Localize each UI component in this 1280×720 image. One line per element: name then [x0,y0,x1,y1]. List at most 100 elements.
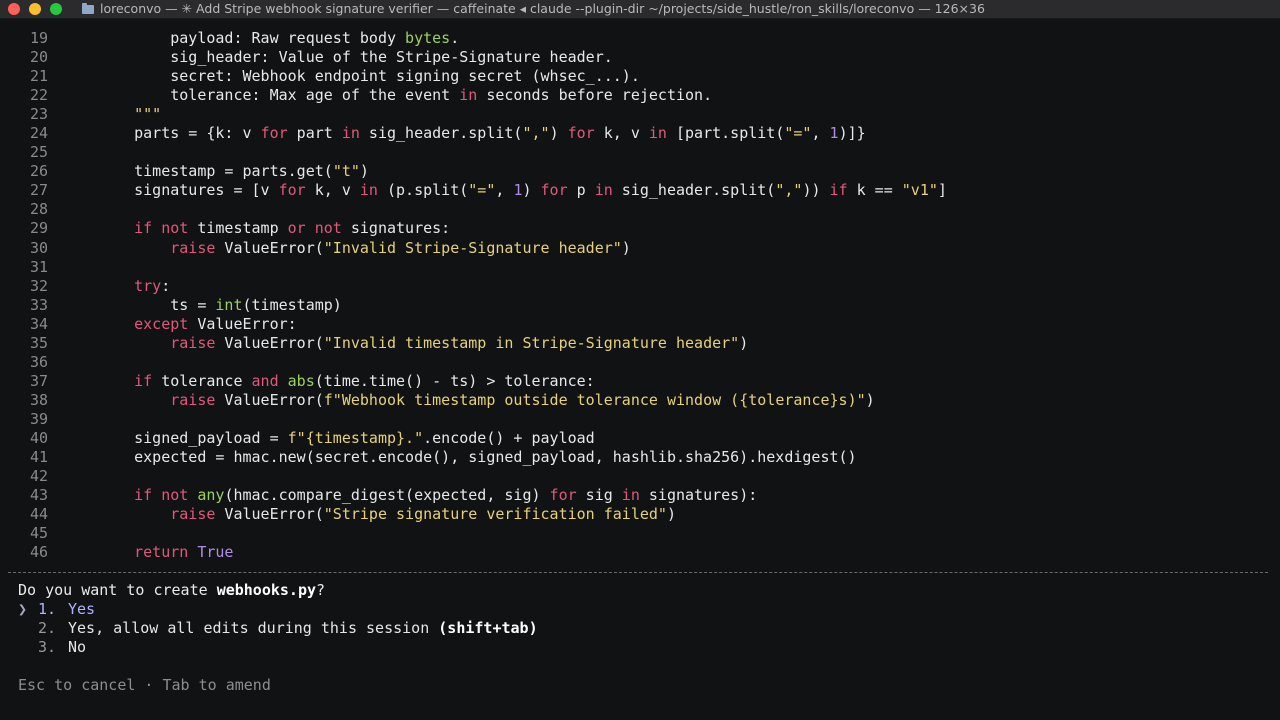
code-token: or [287,219,306,238]
code-token: ] [937,181,947,200]
zoom-window-button[interactable] [50,3,62,15]
line-number: 39 [29,409,48,428]
code-token: sig_header: Value of the Stripe-Signatur… [98,48,613,67]
code-token: sig_header.split( [359,124,523,143]
code-line: 19 payload: Raw request body bytes. [0,29,1280,48]
option-label: No [68,638,86,657]
code-token: (p.split( [377,181,469,200]
code-token: signatures = [v [98,181,279,200]
prompt-option-3[interactable]: 3. No [18,638,538,657]
code-line: 37 if tolerance and abs(time.time() - ts… [0,372,1280,391]
line-number: 41 [29,448,48,467]
code-token: p [567,181,595,200]
line-code: tolerance: Max age of the event in secon… [48,86,712,105]
code-line: 35 raise ValueError("Invalid timestamp i… [0,334,1280,353]
code-token: in [648,124,667,143]
code-token: "t" [332,162,360,181]
code-token: payload: Raw request body [98,29,406,47]
code-token: "," [775,181,803,200]
line-code: signatures = [v for k, v in (p.split("="… [48,181,947,200]
code-token: ) [865,390,875,409]
prompt-options: ❯ 1. Yes 2. Yes, allow all edits during this… [18,600,538,657]
code-token: k == [847,181,902,200]
line-code: if not timestamp or not signatures: [48,219,450,238]
line-number: 36 [29,352,48,371]
code-token: expected = hmac.new(secret.encode(), sig… [98,448,857,467]
line-code: raise ValueError("Invalid Stripe-Signatu… [48,239,631,258]
code-token: sig [576,486,622,505]
code-line: 45 [0,524,1280,543]
code-token: if [829,181,848,200]
selection-cursor-icon: ❯ [18,600,28,618]
prompt-question: Do you want to create webhooks.py? [18,581,538,600]
line-number: 43 [29,486,48,505]
line-number: 22 [29,86,48,105]
line-code: parts = {k: v for part in sig_header.spl… [48,124,866,143]
line-number: 40 [29,428,48,447]
code-token: raise [170,333,216,352]
question-prefix: Do you want to create [18,581,217,599]
close-window-button[interactable] [8,3,20,15]
code-token: abs [287,371,315,390]
code-token: True [197,543,234,562]
code-token: for [549,486,577,505]
code-line: 43 if not any(hmac.compare_digest(expect… [0,486,1280,505]
code-token: timestamp = parts.get( [98,162,333,181]
line-code: timestamp = parts.get("t") [48,162,369,181]
line-number: 38 [29,390,48,409]
folder-icon [82,3,94,14]
code-token: ) [522,181,541,200]
line-number: 35 [29,333,48,352]
code-token: ValueError( [215,333,324,352]
code-token: secret: Webhook endpoint signing secret … [98,67,640,86]
code-token: (time.time() - ts) > tolerance: [314,371,595,390]
code-token: ) [739,333,749,352]
minimize-window-button[interactable] [29,3,41,15]
code-token: for [278,181,306,200]
code-token: )]} [838,124,866,143]
prompt-option-1[interactable]: ❯ 1. Yes [18,600,538,619]
window-titlebar: loreconvo — ✳ Add Stripe webhook signatu… [0,0,1280,19]
line-number: 25 [29,143,48,162]
line-code: expected = hmac.new(secret.encode(), sig… [48,448,857,467]
code-token: ) [621,238,631,257]
code-token: signatures): [639,486,758,505]
code-preview: 19 payload: Raw request body bytes. 20 si… [0,29,1280,562]
code-token: part [287,124,342,143]
line-code: signed_payload = f"{timestamp}.".encode(… [48,429,595,448]
code-token: : [161,276,171,295]
code-token: "," [522,124,550,143]
code-token: "Invalid Stripe-Signature header" [323,238,622,257]
line-number: 19 [29,29,48,47]
line-code: return True [48,543,233,562]
code-line: 28 [0,200,1280,219]
code-token: ValueError: [188,314,297,333]
line-code: try: [48,277,170,296]
permission-prompt: Do you want to create webhooks.py? ❯ 1. Ye… [18,581,538,657]
code-token: . [450,29,460,47]
code-token: [part.split( [666,124,785,143]
code-line: 42 [0,467,1280,486]
code-line: 20 sig_header: Value of the Stripe-Signa… [0,48,1280,67]
code-line: 21 secret: Webhook endpoint signing secr… [0,67,1280,86]
code-token: ts = [98,295,216,314]
line-number: 32 [29,276,48,295]
prompt-option-2[interactable]: 2. Yes, allow all edits during this sessi… [18,619,538,638]
code-line: 24 parts = {k: v for part in sig_header.… [0,124,1280,143]
code-token: signatures: [341,219,451,238]
window-title: loreconvo — ✳ Add Stripe webhook signatu… [82,1,985,16]
line-number: 30 [29,238,48,257]
code-line: 39 [0,410,1280,429]
window-controls [8,3,62,15]
code-line: 30 raise ValueError("Invalid Stripe-Sign… [0,239,1280,258]
window-title-text: loreconvo — ✳ Add Stripe webhook signatu… [100,1,985,16]
line-code: secret: Webhook endpoint signing secret … [48,67,640,86]
